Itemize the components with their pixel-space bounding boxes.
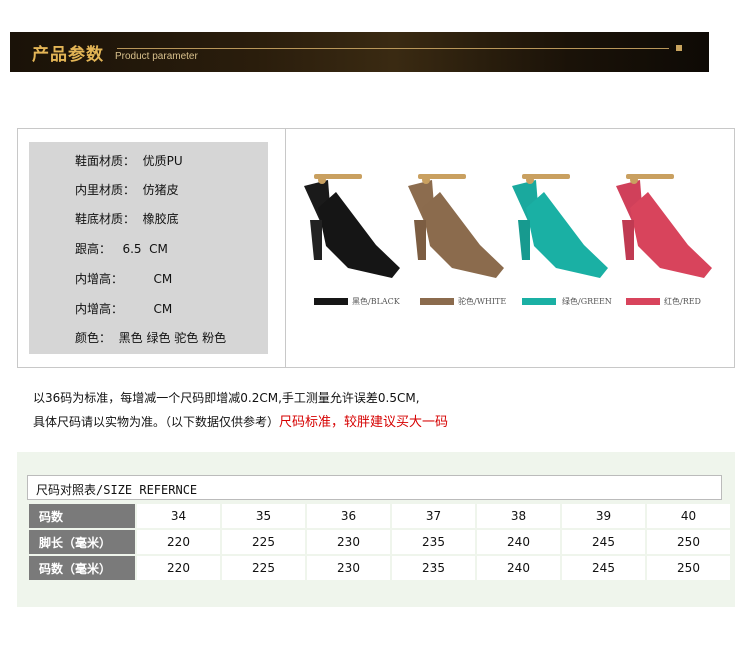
swatch-black	[314, 298, 348, 305]
shoe-colors-image	[304, 174, 712, 278]
frame-divider	[285, 128, 286, 368]
table-cell: 235	[392, 556, 475, 580]
row-header: 码数	[29, 504, 135, 528]
table-cell: 40	[647, 504, 730, 528]
table-cell: 250	[647, 556, 730, 580]
size-note-text: 具体尺码请以实物为准。（以下数据仅供参考）	[33, 415, 280, 429]
table-cell: 245	[562, 530, 645, 554]
banner-title-en: Product parameter	[115, 51, 198, 62]
table-cell: 240	[477, 556, 560, 580]
spec-lining-material: 内里材质： 仿猪皮	[75, 183, 179, 197]
size-note-warning: 尺码标准，较胖建议买大一码	[279, 415, 449, 430]
size-chart-title-bar: 尺码对照表/SIZE REFERNCE	[27, 475, 722, 500]
spec-inner-height: 内增高： CM	[75, 272, 173, 286]
row-header: 脚长（毫米）	[29, 530, 135, 554]
table-cell: 230	[307, 530, 390, 554]
shoe-green-icon	[512, 174, 608, 278]
table-cell: 235	[392, 530, 475, 554]
product-parameter-banner: 产品参数 Product parameter	[10, 32, 709, 72]
table-cell: 225	[222, 556, 305, 580]
size-chart-title: 尺码对照表/SIZE REFERNCE	[36, 483, 198, 497]
spec-heel-height: 跟高： 6.5 CM	[75, 242, 168, 256]
size-chart-table: 码数 34 35 36 37 38 39 40 脚长（毫米） 220 225 2…	[27, 502, 732, 582]
table-cell: 225	[222, 530, 305, 554]
table-cell: 240	[477, 530, 560, 554]
swatch-label-red: 红色/RED	[664, 297, 701, 306]
table-cell: 220	[137, 530, 220, 554]
table-cell: 36	[307, 504, 390, 528]
table-cell: 230	[307, 556, 390, 580]
row-header: 码数（毫米）	[29, 556, 135, 580]
spec-colors: 颜色： 黑色 绿色 驼色 粉色	[75, 331, 227, 345]
table-row: 码数 34 35 36 37 38 39 40	[29, 504, 730, 528]
spec-sole-material: 鞋底材质： 橡胶底	[75, 212, 179, 226]
table-cell: 39	[562, 504, 645, 528]
table-cell: 250	[647, 530, 730, 554]
table-cell: 37	[392, 504, 475, 528]
table-cell: 245	[562, 556, 645, 580]
swatch-label-green: 绿色/GREEN	[562, 297, 612, 306]
shoe-red-icon	[616, 174, 712, 278]
size-note-line1: 以36码为标准，每增减一个尺码即增减0.2CM,手工测量允许误差0.5CM,	[33, 391, 420, 405]
swatch-red	[626, 298, 660, 305]
spec-platform: 内增高： CM	[75, 302, 173, 316]
swatch-label-camel: 驼色/WHITE	[458, 297, 507, 306]
table-cell: 38	[477, 504, 560, 528]
shoe-black-icon	[304, 174, 400, 278]
table-cell: 35	[222, 504, 305, 528]
table-cell: 220	[137, 556, 220, 580]
banner-dot-icon	[676, 45, 682, 51]
size-note-line2: 具体尺码请以实物为准。（以下数据仅供参考）尺码标准，较胖建议买大一码	[33, 411, 448, 430]
table-row: 脚长（毫米） 220 225 230 235 240 245 250	[29, 530, 730, 554]
table-row: 码数（毫米） 220 225 230 235 240 245 250	[29, 556, 730, 580]
shoe-camel-icon	[408, 174, 504, 278]
table-cell: 34	[137, 504, 220, 528]
spec-upper-material: 鞋面材质： 优质PU	[75, 154, 183, 168]
banner-title-cn: 产品参数	[32, 45, 104, 65]
swatch-camel	[420, 298, 454, 305]
swatch-label-black: 黑色/BLACK	[352, 297, 400, 306]
swatch-green	[522, 298, 556, 305]
banner-divider-line	[117, 48, 669, 49]
